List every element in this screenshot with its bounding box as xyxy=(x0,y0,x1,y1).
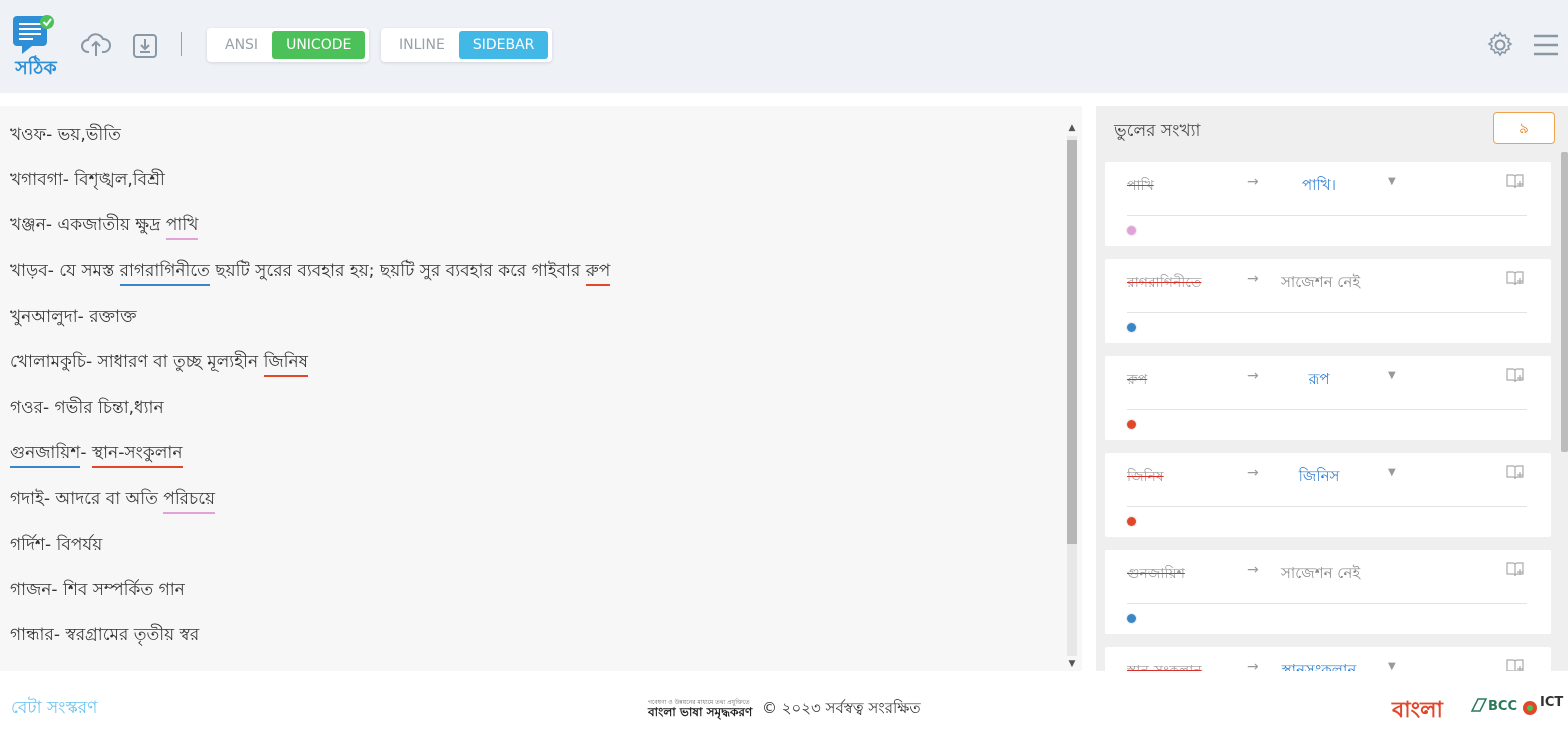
error-count-label: ভুলের সংখ্যা xyxy=(1114,121,1201,141)
editor-line: গর্দিশ- বিপর্যয় xyxy=(10,535,103,555)
editor-line: খাড়ব- যে সমস্ত রাগরাগিনীতে ছয়টি সুরের … xyxy=(10,258,611,286)
chevron-down-icon[interactable]: ▼ xyxy=(1388,370,1396,381)
add-to-dictionary-icon[interactable] xyxy=(1505,657,1525,671)
hamburger-menu-icon[interactable] xyxy=(1531,30,1561,60)
card-divider xyxy=(1127,506,1527,507)
suggestion-word[interactable]: রূপ xyxy=(1281,368,1357,393)
editor-line: খগাবগা- বিশৃঙ্খল,বিশ্রী xyxy=(10,170,165,190)
error-word[interactable]: জিনিষ xyxy=(263,352,309,377)
suggestion-word[interactable]: স্থানসংকুলান xyxy=(1281,659,1357,671)
original-word: রুপ xyxy=(1127,372,1148,388)
editor-line: খুনআলুদা- রক্তাক্ত xyxy=(10,307,137,327)
card-divider xyxy=(1127,215,1527,216)
card-divider xyxy=(1127,409,1527,410)
suggestion-word[interactable]: পাখি। xyxy=(1281,174,1357,199)
app-name: সঠিক xyxy=(15,57,57,79)
ansi-button[interactable]: ANSI xyxy=(211,31,272,59)
beta-version-link[interactable]: বেটা সংস্করণ xyxy=(11,695,97,723)
chevron-down-icon[interactable]: ▼ xyxy=(1388,176,1396,187)
toolbar-divider xyxy=(181,32,182,56)
error-word[interactable]: স্থান-সংকুলান xyxy=(91,443,183,468)
error-word[interactable]: গুনজায়িশ xyxy=(10,443,81,468)
error-card[interactable]: রাগরাগিনীতে → সাজেশন নেই xyxy=(1105,259,1551,343)
arrow-right-icon: → xyxy=(1247,271,1259,287)
error-type-dot xyxy=(1127,226,1136,235)
add-to-dictionary-icon[interactable] xyxy=(1505,560,1525,578)
footer-tagline: বাংলা ভাষা সমৃদ্ধকরণ xyxy=(648,705,753,719)
scroll-up-arrow-icon[interactable]: ▲ xyxy=(1066,122,1078,134)
error-type-dot xyxy=(1127,323,1136,332)
editor-line: খঞ্জন- একজাতীয় ক্ষুদ্র পাখি xyxy=(10,212,199,240)
original-word: পাখি xyxy=(1127,178,1154,194)
arrow-right-icon: → xyxy=(1247,465,1259,481)
original-word: জিনিষ xyxy=(1127,469,1164,485)
editor-line: গাজন- শিব সম্পর্কিত গান xyxy=(10,580,185,600)
card-divider xyxy=(1127,603,1527,604)
chevron-down-icon[interactable]: ▼ xyxy=(1388,467,1396,478)
error-type-dot xyxy=(1127,614,1136,623)
error-card[interactable]: রুপ → রূপ ▼ xyxy=(1105,356,1551,440)
editor-line: গুনজায়িশ- স্থান-সংকুলান xyxy=(10,440,183,468)
editor-line: খওফ- ভয়,ভীতি xyxy=(10,125,121,145)
suggestion-word[interactable]: সাজেশন নেই xyxy=(1281,271,1371,296)
bcc-emblem-icon xyxy=(1470,698,1488,712)
inline-button[interactable]: INLINE xyxy=(385,31,459,59)
arrow-right-icon: → xyxy=(1247,659,1259,671)
arrow-right-icon: → xyxy=(1247,562,1259,578)
error-type-dot xyxy=(1127,420,1136,429)
suggestion-word[interactable]: জিনিস xyxy=(1281,465,1357,490)
sidebar-button[interactable]: SIDEBAR xyxy=(458,31,549,59)
add-to-dictionary-icon[interactable] xyxy=(1505,172,1525,190)
editor-line: খোলামকুচি- সাধারণ বা তুচ্ছ মূল্যহীন জিনি… xyxy=(10,349,309,377)
arrow-right-icon: → xyxy=(1247,368,1259,384)
original-word: স্থান-সংকুলান xyxy=(1127,663,1202,671)
text-editor[interactable]: খওফ- ভয়,ভীতি খগাবগা- বিশৃঙ্খল,বিশ্রী খঞ… xyxy=(0,106,1082,671)
chevron-down-icon[interactable]: ▼ xyxy=(1388,661,1396,671)
settings-icon[interactable] xyxy=(1485,30,1515,60)
suggestion-word[interactable]: সাজেশন নেই xyxy=(1281,562,1371,587)
copyright-text: © ২০২৩ সর্বস্বত্ব সংরক্ষিত xyxy=(762,699,921,717)
upload-cloud-icon[interactable] xyxy=(81,30,111,60)
download-icon[interactable] xyxy=(130,30,160,60)
error-card[interactable]: পাখি → পাখি। ▼ xyxy=(1105,162,1551,246)
scroll-thumb[interactable] xyxy=(1067,140,1077,544)
error-word[interactable]: রুপ xyxy=(585,261,611,286)
editor-line: গদাই- আদরে বা অতি পরিচয়ে xyxy=(10,486,216,514)
error-word[interactable]: পরিচয়ে xyxy=(163,489,216,514)
ict-emblem-icon xyxy=(1523,701,1537,715)
error-word[interactable]: পাখি xyxy=(165,215,199,240)
card-divider xyxy=(1127,312,1527,313)
editor-scrollbar[interactable]: ▲ ▼ xyxy=(1066,122,1078,670)
add-to-dictionary-icon[interactable] xyxy=(1505,463,1525,481)
original-word: রাগরাগিনীতে xyxy=(1127,275,1202,291)
document-check-icon xyxy=(13,15,54,54)
error-card[interactable]: গুনজায়িশ → সাজেশন নেই xyxy=(1105,550,1551,634)
add-to-dictionary-icon[interactable] xyxy=(1505,269,1525,287)
sidebar-scrollbar[interactable] xyxy=(1561,152,1568,452)
editor-line: গওর- গভীর চিন্তা,ধ্যান xyxy=(10,398,164,418)
error-count-badge: ৯ xyxy=(1493,112,1555,144)
error-sidebar: ভুলের সংখ্যা ৯ পাখি → পাখি। ▼ রাগরাগিনীতে → সা… xyxy=(1096,106,1568,671)
app-logo[interactable]: সঠিক xyxy=(10,14,62,80)
bcc-logo: BCC xyxy=(1470,697,1517,714)
unicode-button[interactable]: UNICODE xyxy=(272,31,366,59)
bangla-logo: বাংলা xyxy=(1392,698,1443,723)
error-card[interactable]: স্থান-সংকুলান → স্থানসংকুলান ▼ xyxy=(1105,647,1551,671)
editor-line: গান্ধার- স্বরগ্রামের তৃতীয় স্বর xyxy=(10,625,200,645)
add-to-dictionary-icon[interactable] xyxy=(1505,366,1525,384)
original-word: গুনজায়িশ xyxy=(1127,566,1185,582)
error-card[interactable]: জিনিষ → জিনিস ▼ xyxy=(1105,453,1551,537)
ict-division-logo: ICT xyxy=(1522,693,1566,723)
arrow-right-icon: → xyxy=(1247,174,1259,190)
error-word[interactable]: রাগরাগিনীতে xyxy=(119,261,210,286)
encoding-toggle: ANSI UNICODE xyxy=(207,28,370,62)
scroll-down-arrow-icon[interactable]: ▼ xyxy=(1066,658,1078,670)
top-toolbar: সঠিক ANSI UNICODE INLINE SIDEBAR xyxy=(0,0,1568,93)
view-mode-toggle: INLINE SIDEBAR xyxy=(381,28,553,62)
footer: বেটা সংস্করণ গবেষণা ও উন্নয়নের মাধ্যমে … xyxy=(0,671,1568,737)
error-type-dot xyxy=(1127,517,1136,526)
